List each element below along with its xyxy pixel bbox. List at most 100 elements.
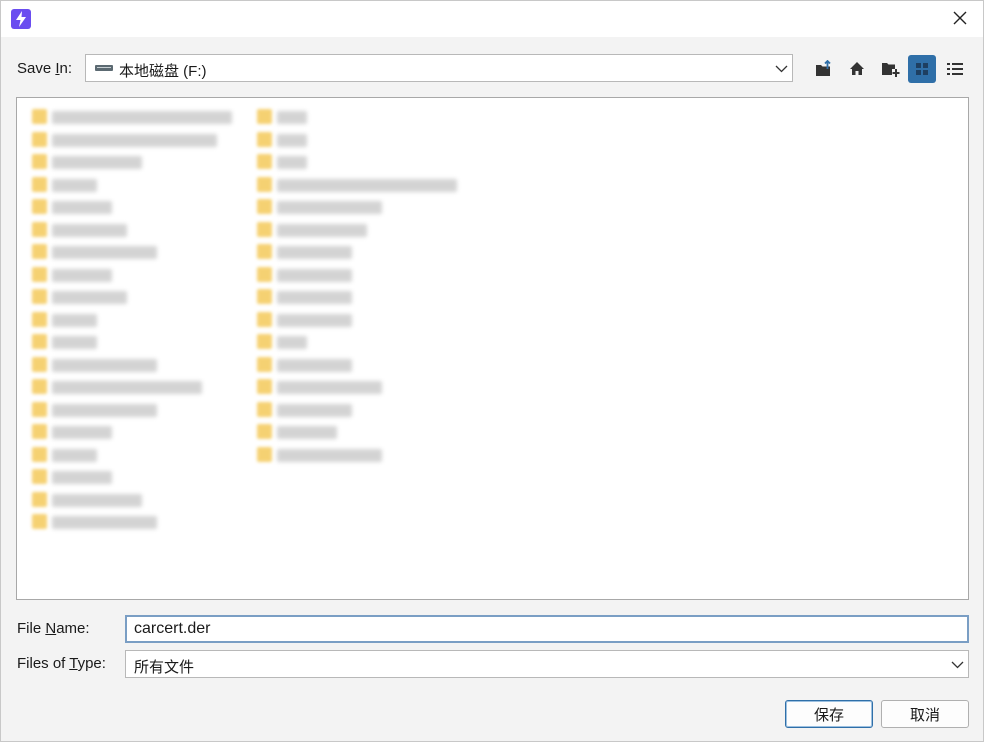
files-of-type-combobox[interactable]: 所有文件	[125, 650, 969, 678]
file-list-item[interactable]	[257, 219, 372, 241]
file-list-item[interactable]	[257, 174, 462, 196]
folder-icon	[257, 401, 272, 417]
folder-icon	[257, 289, 272, 304]
folder-icon	[32, 424, 47, 439]
chevron-down-icon	[951, 661, 964, 669]
file-name-blurred	[277, 291, 352, 304]
file-list-item[interactable]	[32, 421, 117, 443]
file-list-item[interactable]	[32, 219, 132, 241]
folder-icon	[32, 289, 47, 304]
folder-icon	[32, 334, 47, 349]
folder-icon	[32, 176, 47, 192]
folder-icon	[257, 176, 272, 192]
file-list-item[interactable]	[257, 331, 312, 353]
folder-icon	[32, 131, 47, 147]
file-name-blurred	[52, 268, 112, 282]
file-name-input[interactable]	[125, 615, 969, 643]
file-list-item[interactable]	[257, 129, 312, 151]
file-name-blurred	[52, 336, 97, 349]
list-view-icon	[916, 63, 928, 75]
file-list-item[interactable]	[257, 444, 387, 466]
cancel-button[interactable]: 取消	[881, 700, 969, 728]
folder-icon	[257, 154, 272, 169]
file-name-blurred	[52, 358, 157, 372]
details-view-icon	[947, 63, 963, 75]
files-of-type-label: Files of Type:	[17, 655, 106, 672]
file-list-item[interactable]	[32, 354, 162, 376]
folder-icon	[32, 491, 47, 507]
file-list-item[interactable]	[257, 309, 357, 331]
drive-icon	[95, 64, 113, 72]
folder-icon	[32, 266, 47, 282]
file-list-item[interactable]	[32, 376, 207, 398]
file-list-item[interactable]	[32, 151, 147, 173]
file-name-blurred	[52, 403, 157, 417]
file-list-item[interactable]	[257, 264, 357, 286]
file-list-panel[interactable]	[16, 97, 969, 600]
folder-icon	[257, 266, 272, 282]
chevron-down-icon	[775, 65, 788, 73]
file-list-item[interactable]	[257, 241, 357, 263]
folder-icon	[257, 221, 272, 237]
file-list-item[interactable]	[32, 174, 102, 196]
file-name-blurred	[277, 313, 352, 327]
file-list-item[interactable]	[257, 421, 342, 443]
file-name-blurred	[277, 448, 382, 462]
file-list-item[interactable]	[32, 106, 237, 128]
folder-icon	[32, 356, 47, 372]
save-button[interactable]: 保存	[785, 700, 873, 728]
file-list-item[interactable]	[32, 241, 162, 263]
file-name-blurred	[52, 516, 157, 529]
file-name-blurred	[52, 291, 127, 304]
file-list-item[interactable]	[32, 466, 117, 488]
file-list-item[interactable]	[32, 444, 102, 466]
folder-icon	[32, 469, 47, 484]
file-name-blurred	[277, 336, 307, 349]
file-list-item[interactable]	[32, 399, 162, 421]
folder-icon	[257, 199, 272, 214]
file-list-item[interactable]	[257, 196, 387, 218]
file-name-blurred	[277, 223, 367, 237]
new-folder-button[interactable]	[876, 55, 904, 83]
file-list-item[interactable]	[32, 331, 102, 353]
file-list-item[interactable]	[32, 129, 222, 151]
file-name-blurred	[52, 156, 142, 169]
file-name-blurred	[277, 178, 457, 192]
file-list-item[interactable]	[32, 511, 162, 533]
up-folder-button[interactable]	[810, 55, 838, 83]
file-name-blurred	[52, 426, 112, 439]
folder-icon	[32, 514, 47, 529]
save-in-combobox[interactable]: 本地磁盘 (F:)	[85, 54, 793, 82]
folder-icon	[257, 109, 272, 124]
file-list-item[interactable]	[32, 196, 117, 218]
file-list-item[interactable]	[257, 106, 312, 128]
file-name-blurred	[277, 403, 352, 417]
file-list-item[interactable]	[257, 151, 312, 173]
file-list-item[interactable]	[32, 489, 147, 511]
file-list-item[interactable]	[32, 286, 132, 308]
details-view-button[interactable]	[941, 55, 969, 83]
file-list-item[interactable]	[257, 376, 387, 398]
file-name-blurred	[52, 201, 112, 214]
title-bar	[1, 1, 983, 37]
file-name-blurred	[52, 246, 157, 259]
file-name-label: File Name:	[17, 620, 90, 637]
home-button[interactable]	[843, 55, 871, 83]
file-list-item[interactable]	[32, 309, 102, 331]
folder-icon	[257, 334, 272, 349]
folder-icon	[257, 424, 272, 439]
file-list-item[interactable]	[32, 264, 117, 286]
files-of-type-value: 所有文件	[134, 659, 195, 676]
list-view-button[interactable]	[908, 55, 936, 83]
close-button[interactable]	[937, 1, 983, 37]
file-list-item[interactable]	[257, 399, 357, 421]
file-name-blurred	[277, 201, 382, 214]
file-name-blurred	[52, 313, 97, 327]
file-list-item[interactable]	[257, 286, 357, 308]
home-icon	[850, 62, 864, 75]
folder-icon	[32, 446, 47, 462]
save-in-value: 本地磁盘 (F:)	[119, 63, 207, 80]
lightning-app-icon	[11, 9, 31, 29]
new-folder-icon	[882, 63, 900, 77]
file-list-item[interactable]	[257, 354, 357, 376]
